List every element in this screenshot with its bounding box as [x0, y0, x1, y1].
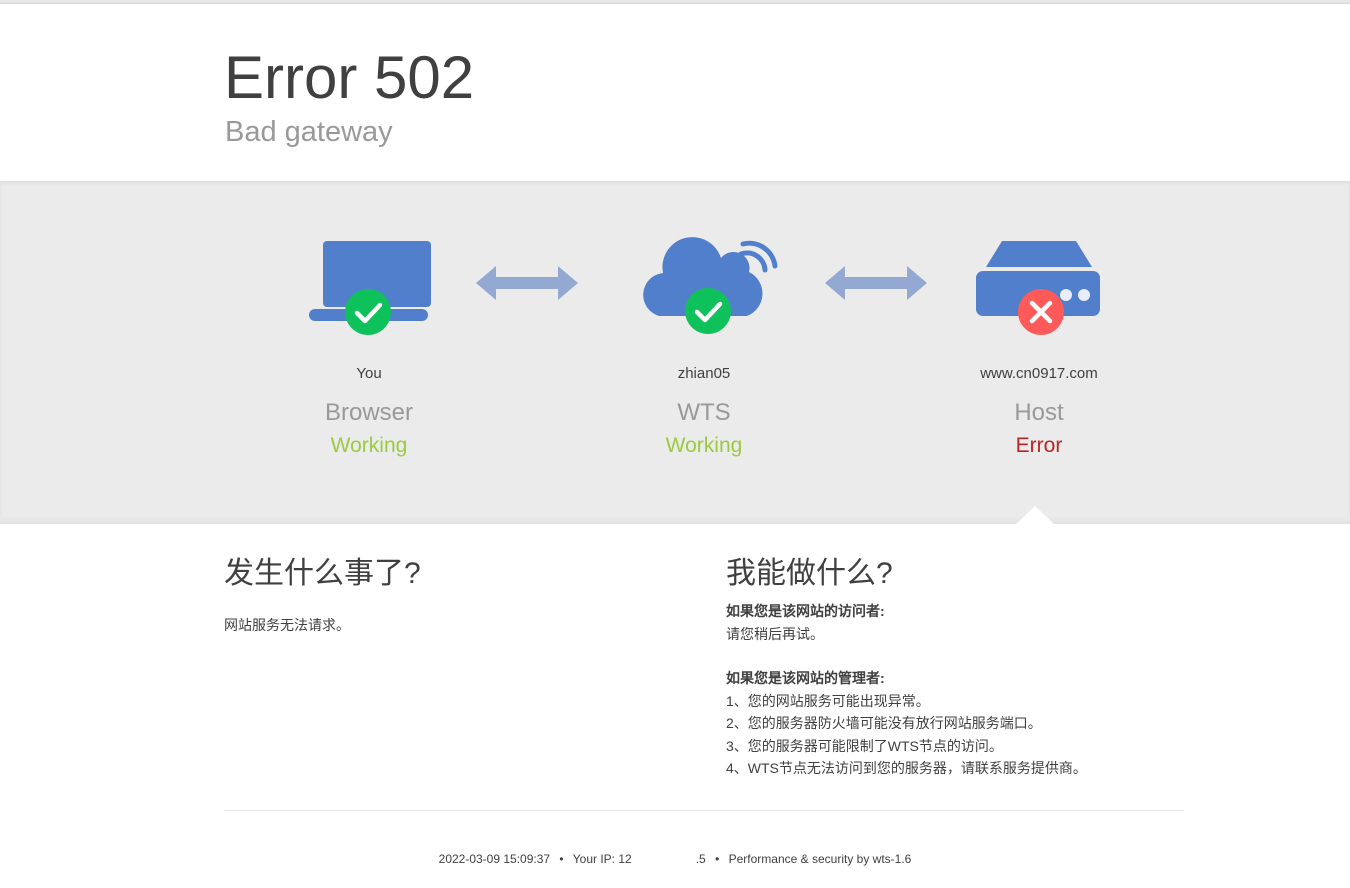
- node-host-name: You: [356, 365, 382, 382]
- node-role: Browser: [324, 399, 414, 426]
- footer-powered-by: Performance & security by wts-1.6: [728, 852, 912, 866]
- cloud-icon: [629, 236, 779, 346]
- footer-separator: •: [559, 852, 564, 866]
- error-pointer: [1016, 506, 1054, 524]
- footer: 2022-03-09 15:09:37 • Your IP: 12 .5 • Pe…: [0, 852, 1350, 867]
- visitor-text: 请您稍后再试。: [726, 625, 824, 642]
- status-diagram: You Browser Working zhian05 WTS Working: [0, 181, 1350, 524]
- top-border: [0, 0, 1350, 4]
- admin-item: 1、您的网站服务可能出现异常。: [726, 692, 930, 709]
- server-icon: [964, 236, 1114, 346]
- what-can-i-do-title: 我能做什么?: [726, 557, 893, 590]
- footer-ip-label: Your IP:: [572, 852, 616, 866]
- check-badge-icon: [685, 288, 731, 334]
- what-happened-title: 发生什么事了?: [224, 557, 421, 590]
- what-can-i-do-column: 我能做什么? 如果您是该网站的访问者: 请您稍后再试。 如果您是该网站的管理者:…: [726, 554, 1186, 780]
- footer-ip-start: 12: [618, 852, 632, 866]
- bidirectional-arrow-icon: [825, 265, 927, 306]
- what-happened-column: 发生什么事了? 网站服务无法请求。: [224, 554, 684, 637]
- what-happened-text: 网站服务无法请求。: [224, 617, 350, 633]
- admin-heading: 如果您是该网站的管理者:: [726, 670, 885, 686]
- admin-item: 2、您的服务器防火墙可能没有放行网站服务端口。: [726, 715, 1042, 731]
- node-status: Working: [330, 434, 408, 457]
- visitor-heading: 如果您是该网站的访问者:: [726, 603, 885, 619]
- node-host-name: www.cn0917.com: [980, 365, 1098, 382]
- check-badge-icon: [345, 289, 391, 335]
- laptop-icon: [294, 236, 444, 346]
- node-status: Error: [1015, 434, 1063, 457]
- footer-divider: [224, 810, 1184, 811]
- admin-item: 3、您的服务器可能限制了WTS节点的访问。: [726, 737, 1003, 754]
- footer-separator: •: [715, 852, 720, 866]
- page-header: Error 502 Bad gateway: [0, 5, 1350, 181]
- footer-timestamp: 2022-03-09 15:09:37: [438, 852, 551, 866]
- page-subtitle: Bad gateway: [225, 116, 393, 148]
- node-status: Working: [665, 434, 743, 457]
- page-title: Error 502: [224, 44, 475, 111]
- footer-ip-end: .5: [695, 852, 706, 866]
- node-role: WTS: [677, 399, 731, 426]
- error-badge-icon: [1018, 289, 1064, 335]
- node-role: Host: [1014, 399, 1064, 426]
- ip-redaction: [631, 852, 696, 867]
- node-host-name: zhian05: [677, 365, 731, 382]
- admin-item: 4、WTS节点无法访问到您的服务器，请联系服务提供商。: [726, 760, 1087, 776]
- bidirectional-arrow-icon: [476, 265, 578, 306]
